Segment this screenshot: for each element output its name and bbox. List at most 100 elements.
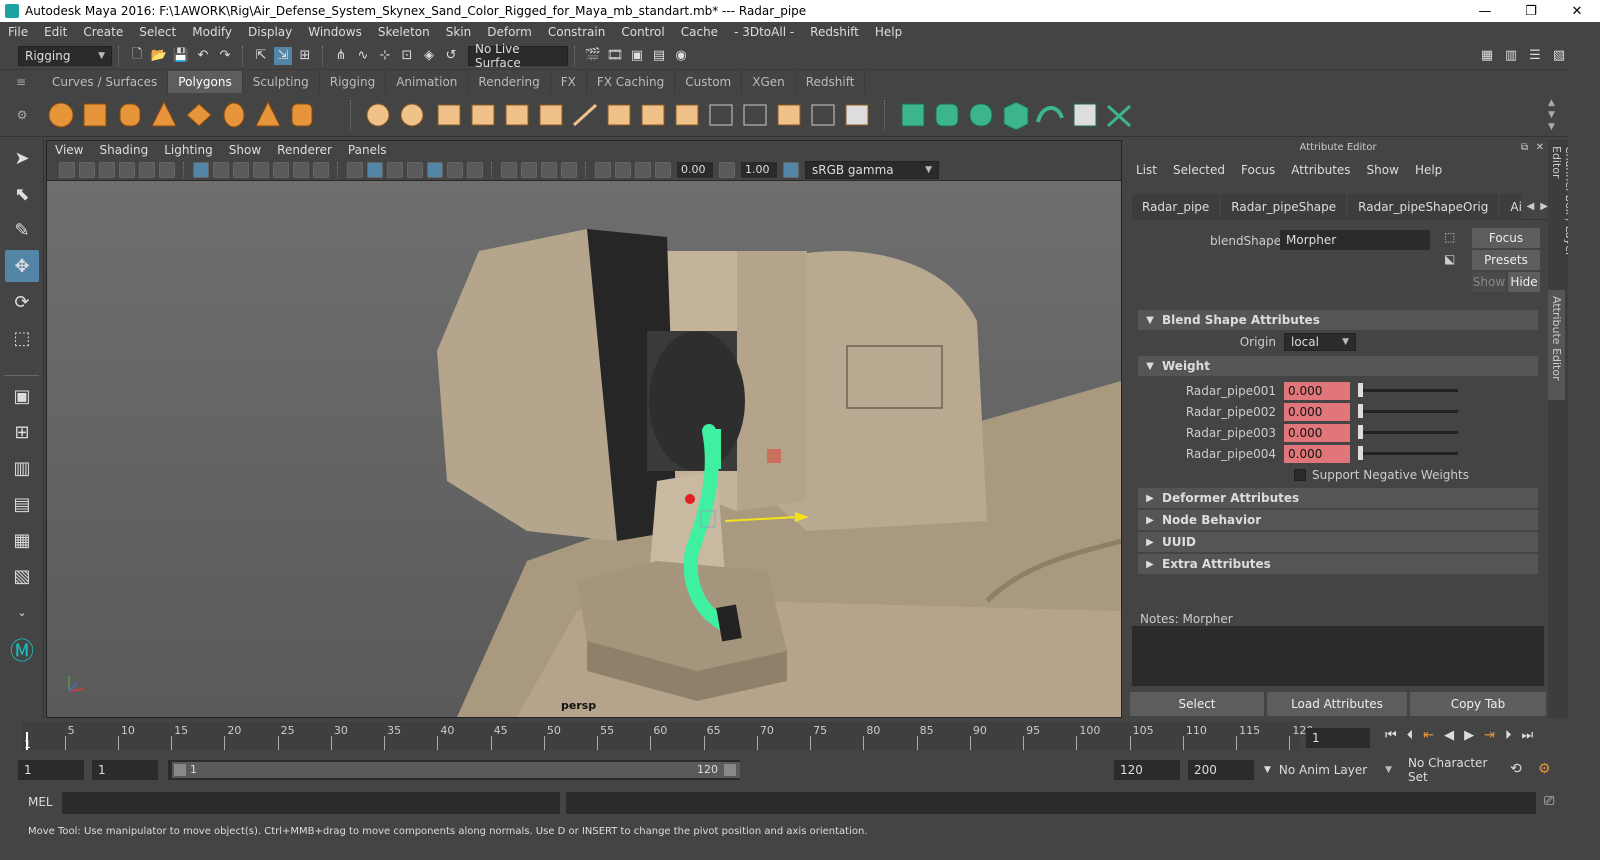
- resolution-gate-icon[interactable]: [233, 161, 249, 178]
- persp-outliner-layout-icon[interactable]: ▥: [5, 452, 39, 484]
- camera-select-icon[interactable]: [59, 161, 75, 178]
- slider-knob[interactable]: [1358, 404, 1363, 418]
- menu-modify[interactable]: Modify: [184, 25, 240, 39]
- poly-cone-icon[interactable]: [151, 100, 177, 126]
- animation-end-field[interactable]: 200: [1188, 760, 1254, 780]
- script-editor-icon[interactable]: ⎚: [1544, 794, 1554, 809]
- outliner-persp-layout-icon[interactable]: ▧: [5, 560, 39, 592]
- menu-3dtoall[interactable]: - 3DtoAll -: [726, 25, 802, 39]
- save-scene-icon[interactable]: 💾: [172, 47, 190, 65]
- select-hierarchy-icon[interactable]: ⇱: [252, 47, 270, 65]
- gate-mask-icon[interactable]: [253, 161, 269, 178]
- select-object-icon[interactable]: ⇲: [274, 46, 292, 65]
- load-attributes-button[interactable]: Load Attributes: [1267, 692, 1407, 716]
- 2d-pan-zoom-icon[interactable]: [139, 161, 155, 178]
- vp-menu-panels[interactable]: Panels: [340, 143, 395, 157]
- slider-knob[interactable]: [1358, 425, 1363, 439]
- menu-deform[interactable]: Deform: [479, 25, 540, 39]
- playback-end-field[interactable]: 120: [1114, 760, 1180, 780]
- shelf-scroll-icon[interactable]: ▲ ▼ ▼: [1548, 97, 1555, 133]
- combine-icon[interactable]: [366, 103, 390, 126]
- shelf-tab-fx[interactable]: FX: [551, 71, 587, 93]
- weight-slider[interactable]: [1358, 446, 1458, 460]
- focus-node-icon[interactable]: ⬚: [1444, 230, 1455, 244]
- node-behavior-section[interactable]: ▶ Node Behavior: [1138, 510, 1538, 530]
- poly-pipe-icon[interactable]: [291, 103, 313, 126]
- move-tool-icon[interactable]: ✥: [5, 250, 39, 282]
- uv-spherical-icon[interactable]: [969, 103, 993, 126]
- menu-windows[interactable]: Windows: [300, 25, 370, 39]
- exposure-field[interactable]: 0.00: [677, 161, 713, 178]
- new-scene-icon[interactable]: 🗋: [128, 47, 146, 65]
- shelf-tab-custom[interactable]: Custom: [675, 71, 743, 93]
- minimize-button[interactable]: —: [1462, 0, 1508, 22]
- playback-start-field[interactable]: 1: [92, 760, 158, 780]
- wireframe-on-shaded-icon[interactable]: [387, 161, 403, 178]
- fill-hole-icon[interactable]: [675, 104, 699, 125]
- rotation-handle-icon[interactable]: [767, 449, 781, 463]
- menu-create[interactable]: Create: [75, 25, 131, 39]
- ae-menu-show[interactable]: Show: [1359, 163, 1407, 177]
- outliner-layout-icon[interactable]: ☰: [1526, 47, 1544, 65]
- camera-attributes-icon[interactable]: [79, 161, 95, 178]
- shelf-tab-animation[interactable]: Animation: [386, 71, 469, 93]
- vp-menu-lighting[interactable]: Lighting: [156, 143, 221, 157]
- snap-view-icon[interactable]: ⊡: [398, 47, 416, 65]
- uv-unfold-icon[interactable]: [1036, 105, 1064, 123]
- insert-loop-icon[interactable]: [709, 104, 733, 125]
- gamma-field[interactable]: 1.00: [741, 161, 777, 178]
- anti-aliasing-icon[interactable]: [521, 161, 537, 178]
- bridge-icon[interactable]: [572, 103, 598, 126]
- poly-cube-icon[interactable]: [83, 103, 107, 126]
- depth-of-field-icon[interactable]: [541, 161, 557, 178]
- go-to-end-icon[interactable]: ⏭: [1522, 728, 1534, 743]
- poly-cylinder-icon[interactable]: [119, 103, 141, 126]
- show-button[interactable]: Show: [1472, 272, 1506, 292]
- single-perspective-layout-icon[interactable]: ▣: [5, 380, 39, 412]
- isolate-select-icon[interactable]: [561, 161, 577, 178]
- smooth-shade-icon[interactable]: [367, 161, 383, 178]
- bookmark-icon[interactable]: [99, 161, 115, 178]
- layout-two-icon[interactable]: ▥: [1502, 47, 1520, 65]
- shelf-tab-fx-caching[interactable]: FX Caching: [587, 71, 676, 93]
- weight-value-field[interactable]: 0.000: [1284, 423, 1350, 442]
- snap-point-icon[interactable]: ⊹: [376, 47, 394, 65]
- step-forward-frame-icon[interactable]: ⏵: [1505, 728, 1512, 743]
- vp-menu-renderer[interactable]: Renderer: [269, 143, 340, 157]
- extrude-icon[interactable]: [607, 104, 631, 125]
- snap-curve-icon[interactable]: ∿: [354, 47, 372, 65]
- step-forward-key-icon[interactable]: ⇥: [1484, 728, 1495, 743]
- ae-tab-radar-pipe-shape[interactable]: Radar_pipeShape: [1221, 193, 1347, 220]
- menu-edit[interactable]: Edit: [36, 25, 75, 39]
- automatic-uv-icon[interactable]: [845, 104, 869, 125]
- viewport-scene[interactable]: persp: [47, 181, 1121, 717]
- menu-skin[interactable]: Skin: [438, 25, 480, 39]
- close-panel-icon[interactable]: ✕: [1536, 140, 1544, 156]
- play-backwards-icon[interactable]: ◀: [1444, 728, 1454, 743]
- copy-tab-button[interactable]: Copy Tab: [1410, 692, 1546, 716]
- focus-button[interactable]: Focus: [1472, 228, 1540, 248]
- append-polygon-icon[interactable]: [641, 104, 665, 125]
- select-button[interactable]: Select: [1130, 692, 1264, 716]
- weight-value-field[interactable]: 0.000: [1284, 381, 1350, 400]
- xray-active-components-icon[interactable]: [635, 161, 651, 178]
- ipr-render-icon[interactable]: ▣: [628, 47, 646, 65]
- uv-cylindrical-icon[interactable]: [935, 103, 959, 126]
- float-panel-icon[interactable]: ⧉: [1521, 140, 1528, 156]
- menu-select[interactable]: Select: [131, 25, 184, 39]
- maximize-button[interactable]: ❐: [1508, 0, 1554, 22]
- support-negative-checkbox[interactable]: [1294, 469, 1306, 481]
- script-language-label[interactable]: MEL: [28, 795, 53, 809]
- animation-start-field[interactable]: 1: [18, 760, 84, 780]
- pivot-point-icon[interactable]: [685, 494, 695, 504]
- extract-icon[interactable]: [437, 104, 461, 125]
- layout-icon[interactable]: ▦: [1478, 47, 1496, 65]
- node-name-field[interactable]: Morpher: [1280, 230, 1430, 250]
- ae-tab-radar-pipe[interactable]: Radar_pipe: [1132, 193, 1220, 220]
- shelf-tab-redshift[interactable]: Redshift: [796, 71, 866, 93]
- range-slider-bar[interactable]: 1 120: [172, 762, 740, 778]
- notes-textarea[interactable]: [1132, 626, 1544, 686]
- menu-display[interactable]: Display: [240, 25, 300, 39]
- anim-layer-dropdown[interactable]: ▼ No Anim Layer ▼: [1258, 760, 1398, 780]
- menu-skeleton[interactable]: Skeleton: [370, 25, 438, 39]
